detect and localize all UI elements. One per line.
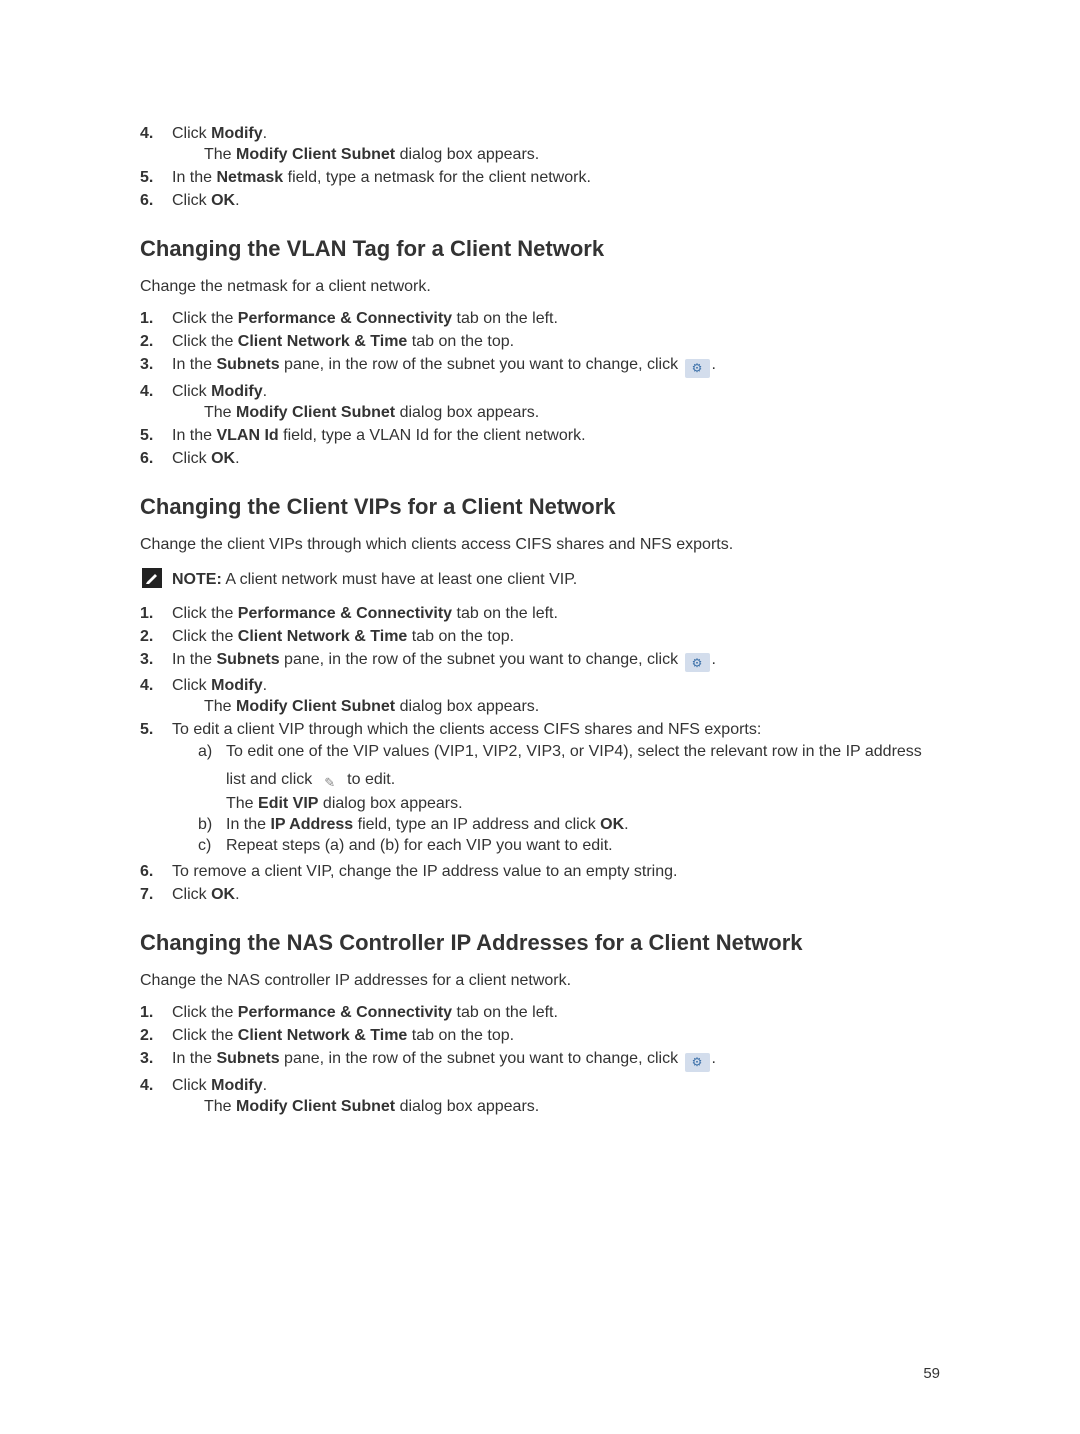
- list-item: 4.Click Modify.The Modify Client Subnet …: [140, 1077, 940, 1116]
- list-item: 1.Click the Performance & Connectivity t…: [140, 605, 940, 623]
- step-num: 2.: [140, 628, 172, 646]
- step-num: 3.: [140, 1050, 172, 1068]
- step-num: 6.: [140, 863, 172, 881]
- alpha-list: a)To edit one of the VIP values (VIP1, V…: [172, 743, 940, 855]
- text: .: [263, 125, 267, 142]
- alpha-marker: c): [198, 837, 226, 855]
- list-item: 6.To remove a client VIP, change the IP …: [140, 863, 940, 881]
- step-num: 3.: [140, 356, 172, 374]
- text: In the: [172, 169, 216, 186]
- step-num: 6.: [140, 192, 172, 210]
- list-item: 2.Click the Client Network & Time tab on…: [140, 628, 940, 646]
- note-text: NOTE: A client network must have at leas…: [172, 571, 577, 589]
- list-item: 4.Click Modify.The Modify Client Subnet …: [140, 677, 940, 716]
- intro-text: Change the netmask for a client network.: [140, 278, 940, 296]
- step-num: 4.: [140, 677, 172, 695]
- list-item: 3.In the Subnets pane, in the row of the…: [140, 651, 940, 673]
- pencil-icon[interactable]: ✎: [319, 774, 341, 792]
- step-num: 1.: [140, 310, 172, 328]
- step-num: 2.: [140, 333, 172, 351]
- step-num: 5.: [140, 721, 172, 739]
- alpha-item: c)Repeat steps (a) and (b) for each VIP …: [198, 837, 940, 855]
- alpha-marker: a): [198, 743, 226, 813]
- step-num: 5.: [140, 427, 172, 445]
- alpha-item: b)In the IP Address field, type an IP ad…: [198, 816, 940, 834]
- sub-text: The Modify Client Subnet dialog box appe…: [172, 404, 940, 422]
- list-item: 5. In the Netmask field, type a netmask …: [140, 169, 940, 187]
- heading-nas: Changing the NAS Controller IP Addresses…: [140, 930, 940, 956]
- step-num: 2.: [140, 1027, 172, 1045]
- note-row: NOTE: A client network must have at leas…: [140, 568, 940, 593]
- section2-list: 1.Click the Performance & Connectivity t…: [140, 605, 940, 905]
- page-number: 59: [923, 1365, 940, 1382]
- sub-text: The Modify Client Subnet dialog box appe…: [172, 1098, 940, 1116]
- intro-text: Change the client VIPs through which cli…: [140, 536, 940, 554]
- list-item: 3.In the Subnets pane, in the row of the…: [140, 1050, 940, 1072]
- section3-list: 1.Click the Performance & Connectivity t…: [140, 1004, 940, 1116]
- list-item: 5.In the VLAN Id field, type a VLAN Id f…: [140, 427, 940, 445]
- alpha-item: a)To edit one of the VIP values (VIP1, V…: [198, 743, 940, 813]
- gear-icon[interactable]: ⚙: [685, 653, 710, 672]
- section0-list: 4. Click Modify. The Modify Client Subne…: [140, 125, 940, 210]
- bold: OK: [211, 192, 235, 209]
- step-num: 7.: [140, 886, 172, 904]
- bold: Modify: [211, 125, 263, 142]
- pencil-note-icon: [142, 568, 162, 593]
- heading-vips: Changing the Client VIPs for a Client Ne…: [140, 494, 940, 520]
- heading-vlan: Changing the VLAN Tag for a Client Netwo…: [140, 236, 940, 262]
- section1-list: 1.Click the Performance & Connectivity t…: [140, 310, 940, 468]
- sub-text: The Modify Client Subnet dialog box appe…: [172, 146, 940, 164]
- gear-icon[interactable]: ⚙: [685, 1053, 710, 1072]
- step-num: 1.: [140, 1004, 172, 1022]
- text: .: [235, 192, 239, 209]
- step-num: 4.: [140, 1077, 172, 1095]
- list-item: 2.Click the Client Network & Time tab on…: [140, 1027, 940, 1045]
- step-num: 3.: [140, 651, 172, 669]
- text: field, type a netmask for the client net…: [283, 169, 591, 186]
- step-num: 4.: [140, 125, 172, 143]
- list-item: 3.In the Subnets pane, in the row of the…: [140, 356, 940, 378]
- list-item: 1.Click the Performance & Connectivity t…: [140, 1004, 940, 1022]
- list-item: 2.Click the Client Network & Time tab on…: [140, 333, 940, 351]
- list-item: 1.Click the Performance & Connectivity t…: [140, 310, 940, 328]
- text: Click: [172, 192, 211, 209]
- text: Click: [172, 125, 211, 142]
- step-num: 1.: [140, 605, 172, 623]
- sub-text: The Modify Client Subnet dialog box appe…: [172, 698, 940, 716]
- list-item: 4.Click Modify.The Modify Client Subnet …: [140, 383, 940, 422]
- intro-text: Change the NAS controller IP addresses f…: [140, 972, 940, 990]
- alpha-marker: b): [198, 816, 226, 834]
- list-item: 5.To edit a client VIP through which the…: [140, 721, 940, 858]
- list-item: 7.Click OK.: [140, 886, 940, 904]
- sub-text: The Edit VIP dialog box appears.: [226, 795, 940, 813]
- step-num: 4.: [140, 383, 172, 401]
- list-item: 4. Click Modify. The Modify Client Subne…: [140, 125, 940, 164]
- list-item: 6. Click OK.: [140, 192, 940, 210]
- gear-icon[interactable]: ⚙: [685, 359, 710, 378]
- bold: Netmask: [216, 169, 283, 186]
- step-num: 5.: [140, 169, 172, 187]
- step-num: 6.: [140, 450, 172, 468]
- list-item: 6.Click OK.: [140, 450, 940, 468]
